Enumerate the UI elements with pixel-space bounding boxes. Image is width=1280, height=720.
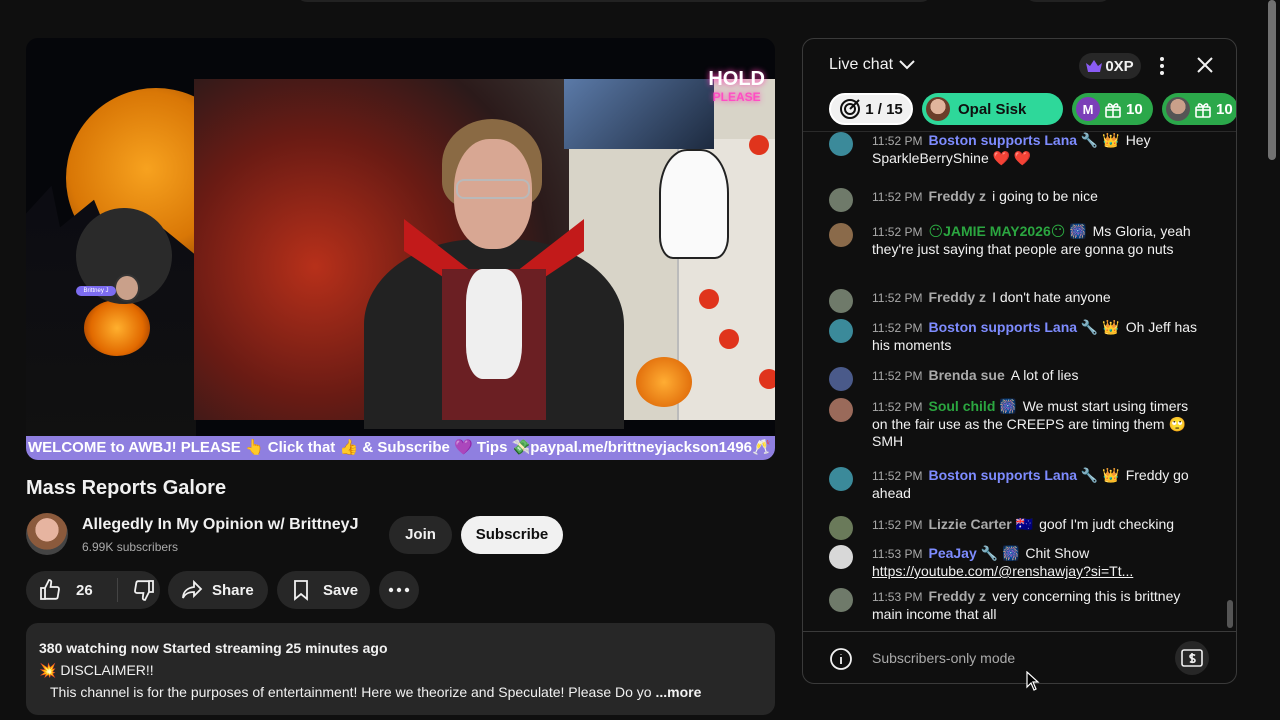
gift-icon [1104,100,1122,118]
header-button-edge[interactable] [1025,0,1111,2]
chat-message[interactable]: 11:52 PM Lizzie Carter 🇦🇺 goof I'm judt ch… [829,516,1199,540]
user-avatar [829,516,853,540]
member-m-avatar: M [1076,97,1100,121]
chat-message[interactable]: 11:52 PM Boston supports Lana 🔧 👑 Freddy g… [829,467,1199,502]
subscriber-count: 6.99K subscribers [82,540,179,554]
chat-message[interactable]: 11:52 PM Boston supports Lana 🔧 👑 Hey Spar… [829,132,1199,167]
chat-title: Live chat [829,56,894,73]
chat-mode-dropdown[interactable]: Live chat [829,56,915,74]
user-avatar [829,467,853,491]
user-avatar [829,188,853,212]
chip-opal-sisk[interactable]: Opal Sisk [922,93,1063,125]
save-button[interactable]: Save [277,571,370,609]
channel-avatar[interactable] [26,513,68,555]
info-icon [829,647,853,671]
member-g-count: 10 [1216,100,1233,118]
super-chat-button[interactable] [1175,641,1209,675]
like-dislike-group: 26 [26,571,160,609]
dollar-icon [1181,649,1203,667]
hold-please-overlay: HOLD PLEASE [708,68,765,104]
dislike-button[interactable] [118,578,156,602]
user-avatar [829,132,853,156]
user-avatar [829,588,853,612]
join-button[interactable]: Join [389,516,452,554]
chat-header: Live chat 0XP [803,39,1236,91]
member-m-count: 10 [1126,100,1143,118]
subscribe-button[interactable]: Subscribe [461,516,563,554]
chevron-down-icon [899,60,915,70]
crown-icon [1086,60,1103,72]
description-box[interactable]: 380 watching now Started streaming 25 mi… [26,623,775,715]
gift-icon [1194,100,1212,118]
bookmark-icon [289,578,313,602]
close-chat-button[interactable] [1195,55,1215,75]
video-frame: Brittney J HOLD PLEASE [26,38,775,436]
user-avatar [829,398,853,422]
more-horizontal-icon [388,587,410,593]
jack-o-lantern [84,300,150,356]
chat-menu-button[interactable] [1153,56,1171,76]
member-g-avatar [1166,97,1190,121]
video-player[interactable]: Brittney J HOLD PLEASE WELCOME to AWBJ! … [26,38,775,460]
description-line-2: This channel is for the purposes of ente… [50,684,702,700]
chip-member-g[interactable]: 10 [1162,93,1236,125]
like-count: 26 [76,581,93,599]
chat-message[interactable]: 11:52 PM 😶JAMIE MAY2026😶 🎆 Ms Gloria, yeah… [829,223,1199,258]
chat-footer: Subscribers-only mode [803,631,1236,683]
user-avatar [829,223,853,247]
opal-avatar [926,97,950,121]
chat-message[interactable]: 11:53 PM Freddy z very concerning this is … [829,588,1199,623]
opal-name: Opal Sisk [958,100,1027,118]
search-bar-edge[interactable] [296,0,932,2]
chat-message[interactable]: 11:53 PM PeaJay 🔧 🎆 Chit Show https://yout… [829,545,1199,580]
poll-count-chip[interactable]: 1 / 15 [829,93,913,125]
mouse-cursor-icon [1026,670,1040,696]
share-label: Share [212,581,254,599]
subscribers-only-mode-text: Subscribers-only mode [872,650,1016,666]
save-label: Save [323,581,359,599]
show-more-link[interactable]: ...more [655,684,701,700]
cam-tag: Brittney J [76,286,116,296]
more-vertical-icon [1153,56,1171,76]
user-avatar [829,289,853,313]
page-scrollbar[interactable] [1268,0,1276,160]
target-icon [839,98,861,120]
top-bar [0,0,1280,4]
share-button[interactable]: Share [168,571,268,609]
guest-scene [194,79,775,429]
user-avatar [829,545,853,569]
chat-chips-row: 1 / 15 Opal Sisk M 10 10 [829,93,1236,127]
ticker-banner: WELCOME to AWBJ! PLEASE 👆 Click that 👍 &… [26,436,775,460]
chat-message[interactable]: 11:52 PM Soul child 🎆 We must start using … [829,398,1199,450]
like-button[interactable]: 26 [26,578,118,602]
live-chat-panel: Live chat 0XP 1 / 15 Opal Sisk M 10 10 1… [802,38,1237,684]
streamer-face [114,274,140,302]
user-avatar [829,367,853,391]
close-icon [1195,55,1215,75]
chat-scrollbar[interactable] [1227,600,1233,628]
chat-message[interactable]: 11:52 PM Freddy zi going to be nice [829,188,1199,212]
vampire-costume-person [364,119,624,429]
description-line-1: 💥 DISCLAIMER!! [39,662,154,678]
chat-link[interactable]: https://youtube.com/@renshawjay?si=Tt... [872,563,1133,579]
video-title: Mass Reports Galore [26,477,227,499]
chat-message[interactable]: 11:52 PM Freddy zI don't hate anyone [829,289,1199,313]
user-avatar [829,319,853,343]
xp-badge[interactable]: 0XP [1079,53,1141,79]
chat-message-list[interactable]: 11:52 PM Boston supports Lana 🔧 👑 Hey Spar… [803,131,1236,631]
xp-value: 0XP [1105,57,1134,75]
share-icon [180,578,204,602]
thumbs-down-icon [132,578,156,602]
watch-stats: 380 watching now Started streaming 25 mi… [39,640,388,656]
channel-name[interactable]: Allegedly In My Opinion w/ BrittneyJ [82,516,358,534]
thumbs-up-icon [38,578,62,602]
info-button[interactable] [829,647,853,671]
poll-count: 1 / 15 [865,100,903,118]
chip-member-m[interactable]: M 10 [1072,93,1153,125]
chat-message[interactable]: 11:52 PM Boston supports Lana 🔧 👑 Oh Jeff … [829,319,1199,354]
more-actions-button[interactable] [379,571,419,609]
chat-message[interactable]: 11:52 PM Brenda sue A lot of lies [829,367,1199,391]
